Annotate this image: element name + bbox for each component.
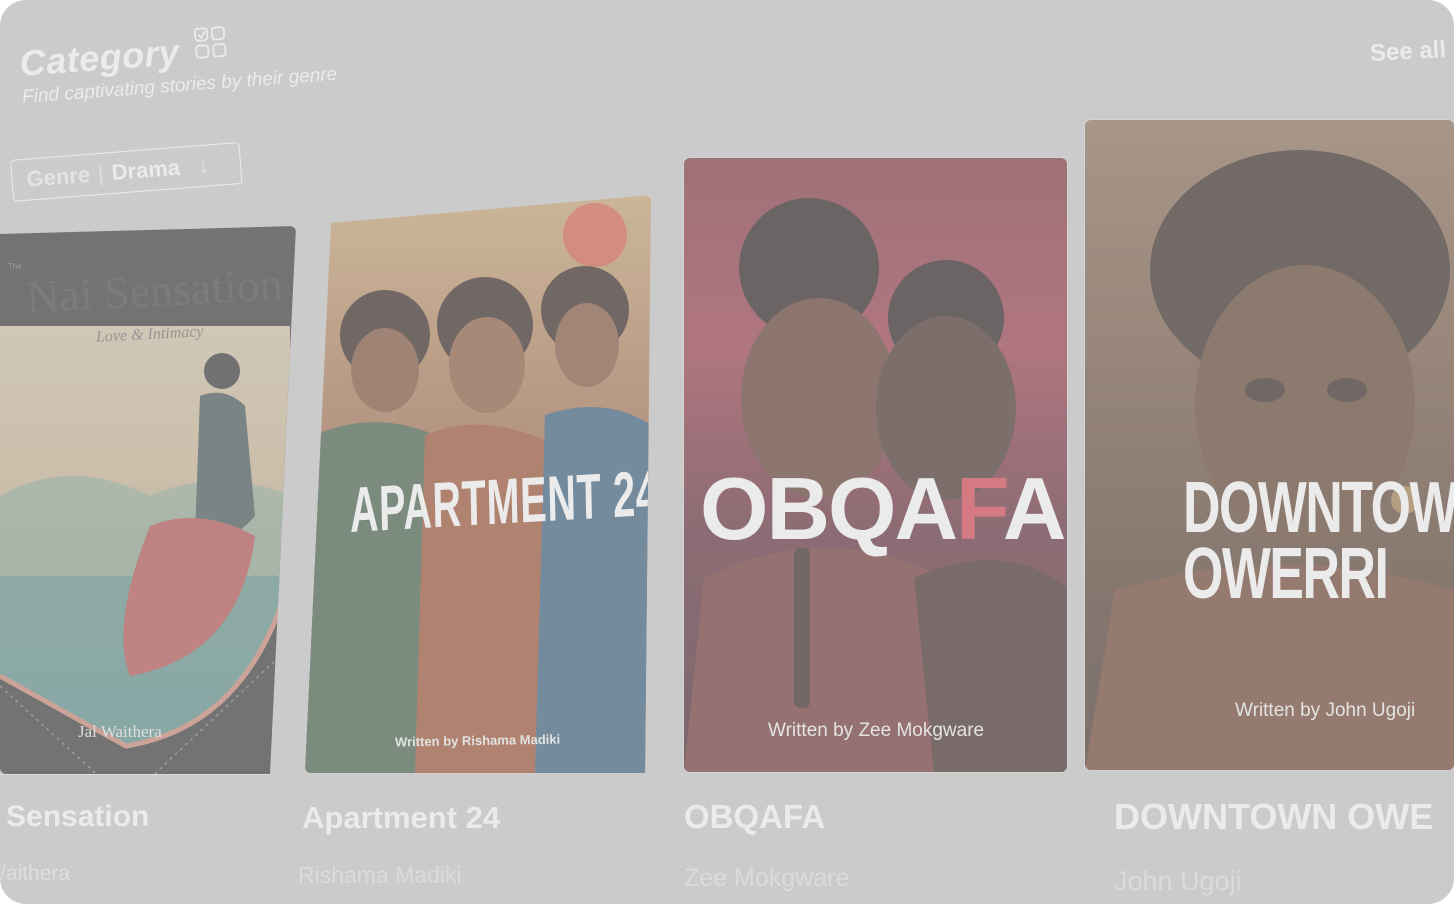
story-author: Zee Mokgware [684,864,850,892]
story-title[interactable]: OBQAFA [684,798,825,836]
story-card-downtown-owerri[interactable]: DOWNTOWN OWERRI Written by John Ugoji [1085,120,1454,770]
genre-filter-value: Drama [110,154,181,186]
story-card-apartment-24[interactable]: APARTMENT 24 Written by Rishama Madiki [305,195,651,773]
story-card-obqafa[interactable]: OBQAFA Written by Zee Mokgware [684,158,1067,772]
checklist-grid-icon [192,25,228,61]
category-header: Category Find captivating stories by the… [18,17,338,109]
story-card-nai-sensation[interactable]: The Nai Sensation Love & Intimacy Jal Wa… [0,226,296,774]
story-title[interactable]: DOWNTOWN OWE [1114,796,1433,838]
story-author: John Ugoji [1114,866,1242,896]
app-frame: Category Find captivating stories by the… [0,0,1454,904]
genre-filter-label: Genre [25,161,91,192]
story-author: Rishama Madiki [298,862,462,888]
genre-filter-separator: | [96,160,105,187]
story-author: /aithera [0,862,71,885]
see-all-link[interactable]: See all [1369,36,1446,68]
story-title[interactable]: Sensation [6,800,149,834]
genre-filter-dropdown[interactable]: Genre | Drama ↓ [10,141,243,202]
divider [0,774,270,775]
category-section: Category Find captivating stories by the… [0,0,1454,904]
arrow-down-icon: ↓ [196,152,210,179]
story-title[interactable]: Apartment 24 [302,800,500,836]
